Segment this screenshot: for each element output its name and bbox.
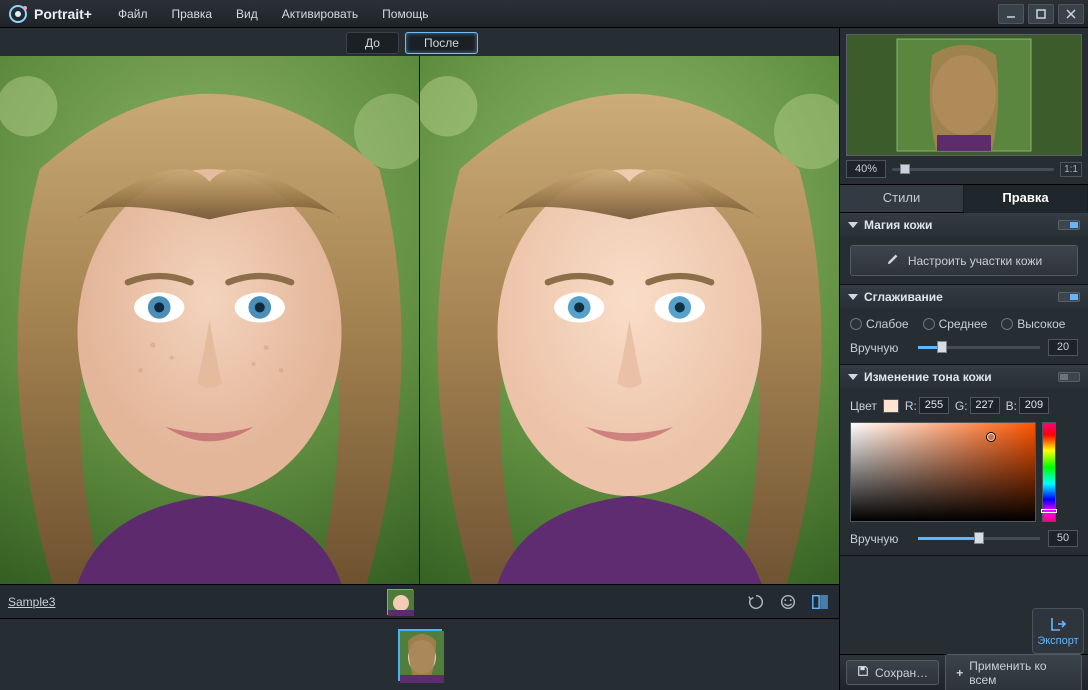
panel-skin-magic-title: Магия кожи	[864, 218, 932, 232]
panel-smoothing-header[interactable]: Сглаживание	[840, 285, 1088, 309]
panel-skin-magic-header[interactable]: Магия кожи	[840, 213, 1088, 237]
zoom-row: 40% 1:1	[846, 160, 1082, 178]
g-label: G:	[955, 399, 968, 413]
chevron-down-icon	[848, 374, 858, 380]
maximize-button[interactable]	[1028, 4, 1054, 24]
apply-all-button[interactable]: + Применить ко всем	[945, 654, 1082, 690]
strip-thumbnail[interactable]	[387, 589, 413, 615]
configure-skin-button[interactable]: Настроить участки кожи	[850, 245, 1078, 276]
color-readout-row: Цвет R: G: B:	[850, 397, 1078, 414]
preview-panel: 40% 1:1	[840, 28, 1088, 185]
before-pane[interactable]	[0, 56, 419, 584]
zoom-slider[interactable]	[892, 168, 1054, 171]
panel-smoothing: Сглаживание Слабое Среднее Высокое Вручн…	[840, 285, 1088, 365]
compare-icon[interactable]	[809, 591, 831, 613]
panel-skin-tone-header[interactable]: Изменение тона кожи	[840, 365, 1088, 389]
filmstrip	[0, 618, 839, 690]
preview-thumbnail[interactable]	[846, 34, 1082, 156]
r-label: R:	[905, 399, 917, 413]
center-column: До После	[0, 28, 840, 690]
film-thumbnail[interactable]	[398, 629, 442, 681]
plus-icon: +	[956, 666, 963, 680]
smoothing-radio-row: Слабое Среднее Высокое	[850, 317, 1078, 331]
menu-view[interactable]: Вид	[224, 0, 270, 28]
panel-skin-magic: Магия кожи Настроить участки кожи	[840, 213, 1088, 285]
smoothing-slider[interactable]	[918, 346, 1040, 349]
g-input[interactable]	[970, 397, 1000, 414]
chevron-down-icon	[848, 222, 858, 228]
smoothing-manual-row: Вручную 20	[850, 339, 1078, 356]
export-button[interactable]: Экспорт	[1032, 608, 1084, 654]
face-icon[interactable]	[777, 591, 799, 613]
smoothing-weak[interactable]: Слабое	[850, 317, 909, 331]
saturation-value-box[interactable]	[850, 422, 1036, 522]
compare-view	[0, 56, 839, 584]
zoom-percent[interactable]: 40%	[846, 160, 886, 178]
chevron-down-icon	[848, 294, 858, 300]
export-icon	[1049, 615, 1067, 633]
panel-smoothing-toggle[interactable]	[1058, 292, 1080, 302]
b-input[interactable]	[1019, 397, 1049, 414]
r-input[interactable]	[919, 397, 949, 414]
panel-skin-tone: Изменение тона кожи Цвет R: G: B: Вручну…	[840, 365, 1088, 556]
sidebar-bottom-bar: Сохран… + Применить ко всем	[840, 654, 1088, 690]
titlebar: Portrait+ Файл Правка Вид Активировать П…	[0, 0, 1088, 28]
panel-skin-tone-title: Изменение тона кожи	[864, 370, 992, 384]
panel-smoothing-title: Сглаживание	[864, 290, 943, 304]
image-strip: Sample3	[0, 584, 839, 618]
configure-skin-label: Настроить участки кожи	[908, 254, 1042, 268]
zoom-1to1[interactable]: 1:1	[1060, 162, 1082, 177]
save-icon	[857, 665, 869, 680]
tab-before[interactable]: До	[346, 32, 399, 54]
view-tab-row: До После	[0, 28, 839, 56]
skin-tone-slider[interactable]	[918, 537, 1040, 540]
menu-file[interactable]: Файл	[106, 0, 160, 28]
skin-tone-manual-row: Вручную 50	[850, 530, 1078, 547]
skin-tone-value[interactable]: 50	[1048, 530, 1078, 547]
b-label: B:	[1006, 399, 1017, 413]
color-swatch[interactable]	[883, 399, 899, 413]
smoothing-value[interactable]: 20	[1048, 339, 1078, 356]
app-logo-icon	[8, 4, 28, 24]
main-area: До После	[0, 28, 1088, 690]
menu-activate[interactable]: Активировать	[270, 0, 370, 28]
apply-all-label: Применить ко всем	[969, 659, 1071, 687]
side-tab-edit[interactable]: Правка	[964, 185, 1088, 213]
smoothing-manual-label: Вручную	[850, 341, 910, 355]
panel-skin-tone-toggle[interactable]	[1058, 372, 1080, 382]
panel-skin-magic-toggle[interactable]	[1058, 220, 1080, 230]
color-label: Цвет	[850, 399, 877, 413]
side-tab-styles[interactable]: Стили	[840, 185, 964, 212]
brush-icon	[886, 252, 900, 269]
app-name: Portrait+	[34, 6, 92, 22]
sidebar: 40% 1:1 Стили Правка Магия кожи Настроит…	[840, 28, 1088, 690]
tab-after[interactable]: После	[405, 32, 478, 54]
close-button[interactable]	[1058, 4, 1084, 24]
skin-tone-manual-label: Вручную	[850, 532, 910, 546]
menu-edit[interactable]: Правка	[159, 0, 224, 28]
hue-bar[interactable]	[1042, 422, 1056, 522]
save-label: Сохран…	[875, 666, 928, 680]
menu-help[interactable]: Помощь	[370, 0, 440, 28]
rotate-icon[interactable]	[745, 591, 767, 613]
export-label: Экспорт	[1037, 635, 1078, 647]
minimize-button[interactable]	[998, 4, 1024, 24]
color-picker	[850, 422, 1078, 522]
save-button[interactable]: Сохран…	[846, 660, 939, 685]
side-tabs: Стили Правка	[840, 185, 1088, 213]
after-pane[interactable]	[419, 56, 839, 584]
current-filename[interactable]: Sample3	[8, 595, 55, 609]
smoothing-strong[interactable]: Высокое	[1001, 317, 1065, 331]
smoothing-medium[interactable]: Среднее	[923, 317, 988, 331]
